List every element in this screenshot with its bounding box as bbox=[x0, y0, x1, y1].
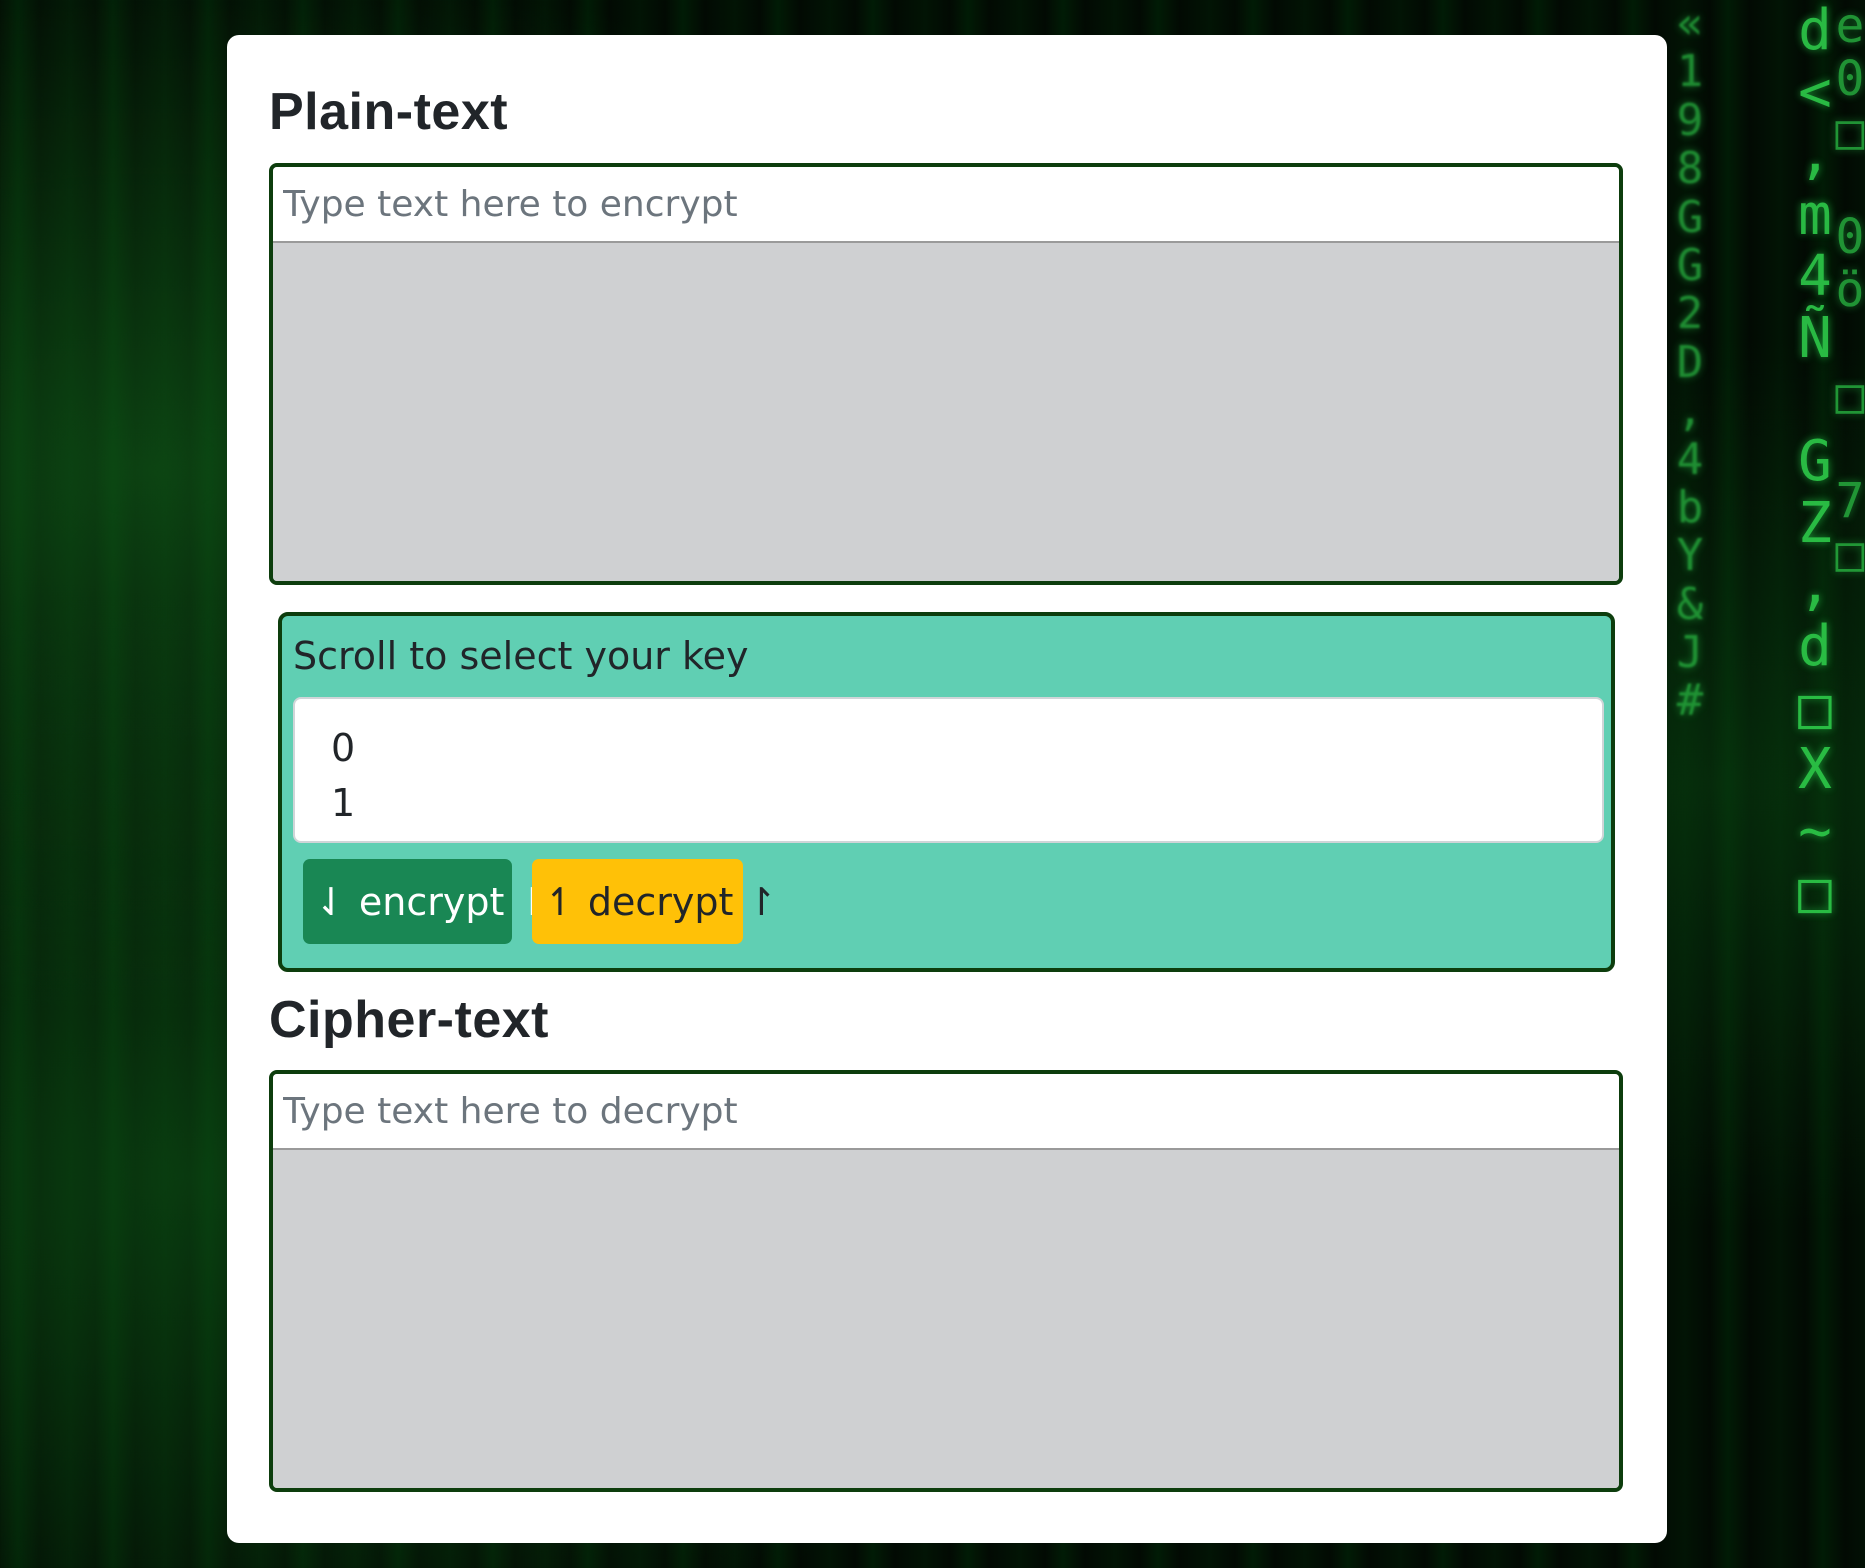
matrix-rain-column: e 0 □ 0 ö □ 7 □ bbox=[1835, 0, 1865, 582]
cipher-text-input[interactable] bbox=[273, 1074, 1619, 1150]
decrypt-button[interactable]: ↿ decrypt ↾ bbox=[532, 859, 777, 944]
encrypt-button[interactable]: ⇃ encrypt ⇂ bbox=[303, 859, 548, 944]
plain-text-input[interactable] bbox=[273, 167, 1619, 243]
key-select-list[interactable]: 0 1 bbox=[293, 697, 1604, 843]
plain-text-area[interactable] bbox=[273, 243, 1619, 581]
cipher-text-box bbox=[269, 1070, 1623, 1492]
matrix-rain-column: « 1 9 8 G G 2 D , 4 b Y & J # bbox=[1676, 0, 1704, 727]
plain-text-heading: Plain-text bbox=[269, 83, 509, 141]
key-option[interactable]: 0 bbox=[295, 721, 1602, 776]
plain-text-box bbox=[269, 163, 1623, 585]
cipher-text-heading: Cipher-text bbox=[269, 991, 549, 1049]
key-label: Scroll to select your key bbox=[293, 634, 749, 678]
cipher-text-area[interactable] bbox=[273, 1150, 1619, 1488]
cipher-card: Plain-text Scroll to select your key 0 1… bbox=[227, 35, 1667, 1543]
key-option[interactable]: 1 bbox=[295, 776, 1602, 831]
key-panel: Scroll to select your key 0 1 ⇃ encrypt … bbox=[278, 612, 1615, 972]
